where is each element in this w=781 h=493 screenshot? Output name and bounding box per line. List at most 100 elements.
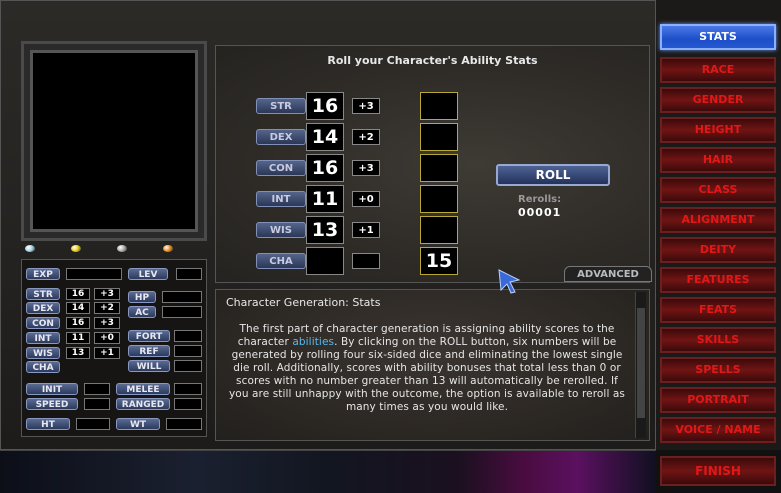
hp-value xyxy=(162,291,202,303)
help-title: Character Generation: Stats xyxy=(226,296,381,309)
ability-label-int[interactable]: INT xyxy=(256,191,306,207)
nav-height[interactable]: HEIGHT xyxy=(660,117,776,143)
nav-skills[interactable]: SKILLS xyxy=(660,327,776,353)
wis-mod: +1 xyxy=(94,347,120,359)
ability-slot-con[interactable] xyxy=(420,154,458,182)
orange-gem-icon xyxy=(163,245,173,252)
int-button[interactable]: INT xyxy=(26,332,60,344)
gem-row xyxy=(23,245,209,255)
ability-mod-str: +3 xyxy=(352,98,380,114)
rerolls-label: Rerolls: xyxy=(518,194,562,205)
ht-value xyxy=(76,418,110,430)
ability-mod-cha xyxy=(352,253,380,269)
roll-button[interactable]: ROLL xyxy=(496,164,610,186)
ability-mod-dex: +2 xyxy=(352,129,380,145)
nav-class[interactable]: CLASS xyxy=(660,177,776,203)
nav-deity[interactable]: DEITY xyxy=(660,237,776,263)
rerolls-count: 00001 xyxy=(518,206,562,219)
character-stat-summary: EXP LEV STR 16 +3 DEX 14 +2 CON 16 +3 IN… xyxy=(21,259,207,437)
ability-label-dex[interactable]: DEX xyxy=(256,129,306,145)
str-mod: +3 xyxy=(94,288,120,300)
speed-value xyxy=(84,398,110,410)
nav-features[interactable]: FEATURES xyxy=(660,267,776,293)
nav-portrait[interactable]: PORTRAIT xyxy=(660,387,776,413)
ability-label-str[interactable]: STR xyxy=(256,98,306,114)
mouse-cursor-icon xyxy=(498,269,521,294)
wt-button[interactable]: WT xyxy=(116,418,160,430)
con-button[interactable]: CON xyxy=(26,317,60,329)
ability-score-int[interactable]: 11 xyxy=(306,185,344,213)
melee-button[interactable]: MELEE xyxy=(116,383,170,395)
init-button[interactable]: INIT xyxy=(26,383,78,395)
ability-mod-wis: +1 xyxy=(352,222,380,238)
str-button[interactable]: STR xyxy=(26,288,60,300)
nav-hair[interactable]: HAIR xyxy=(660,147,776,173)
str-score: 16 xyxy=(66,288,90,300)
nav-alignment[interactable]: ALIGNMENT xyxy=(660,207,776,233)
ref-button[interactable]: REF xyxy=(128,345,170,357)
ability-score-dex[interactable]: 14 xyxy=(306,123,344,151)
fort-button[interactable]: FORT xyxy=(128,330,170,342)
help-scrollbar[interactable] xyxy=(635,292,646,438)
gray-gem-icon xyxy=(117,245,127,252)
ability-mod-con: +3 xyxy=(352,160,380,176)
dex-score: 14 xyxy=(66,302,90,314)
advanced-tab[interactable]: ADVANCED xyxy=(564,266,652,282)
roll-stats-panel: Roll your Character's Ability Stats STR … xyxy=(215,45,652,283)
roll-panel-title: Roll your Character's Ability Stats xyxy=(327,54,538,67)
ranged-button[interactable]: RANGED xyxy=(116,398,170,410)
ref-value xyxy=(174,345,202,357)
ability-slot-dex[interactable] xyxy=(420,123,458,151)
wis-score: 13 xyxy=(66,347,90,359)
ability-label-con[interactable]: CON xyxy=(256,160,306,176)
abilities-link[interactable]: abilities xyxy=(292,336,334,348)
speed-button[interactable]: SPEED xyxy=(26,398,78,410)
lev-button[interactable]: LEV xyxy=(128,268,168,280)
character-portrait xyxy=(21,41,207,241)
ability-score-str[interactable]: 16 xyxy=(306,92,344,120)
ability-slot-int[interactable] xyxy=(420,185,458,213)
nav-voice-name[interactable]: VOICE / NAME xyxy=(660,417,776,443)
con-score: 16 xyxy=(66,317,90,329)
ability-slot-str[interactable] xyxy=(420,92,458,120)
init-value xyxy=(84,383,110,395)
ht-button[interactable]: HT xyxy=(26,418,70,430)
finish-button[interactable]: FINISH xyxy=(660,456,776,486)
hp-button[interactable]: HP xyxy=(128,291,156,303)
nav-spells[interactable]: SPELLS xyxy=(660,357,776,383)
nav-gender[interactable]: GENDER xyxy=(660,87,776,113)
lev-value xyxy=(176,268,202,280)
creation-step-sidebar: STATS RACE GENDER HEIGHT HAIR CLASS ALIG… xyxy=(656,0,781,450)
will-button[interactable]: WILL xyxy=(128,360,170,372)
exp-button[interactable]: EXP xyxy=(26,268,60,280)
fort-value xyxy=(174,330,202,342)
dex-mod: +2 xyxy=(94,302,120,314)
ability-score-wis[interactable]: 13 xyxy=(306,216,344,244)
help-scroll-thumb[interactable] xyxy=(637,308,645,418)
wt-value xyxy=(166,418,202,430)
nav-race[interactable]: RACE xyxy=(660,57,776,83)
ability-slot-cha[interactable]: 15 xyxy=(420,247,458,275)
int-score: 11 xyxy=(66,332,90,344)
ability-label-wis[interactable]: WIS xyxy=(256,222,306,238)
ability-label-cha[interactable]: CHA xyxy=(256,253,306,269)
world-backdrop xyxy=(0,450,656,493)
will-value xyxy=(174,360,202,372)
ac-button[interactable]: AC xyxy=(128,306,156,318)
nav-feats[interactable]: FEATS xyxy=(660,297,776,323)
ability-mod-int: +0 xyxy=(352,191,380,207)
cha-button[interactable]: CHA xyxy=(26,361,60,373)
ranged-value xyxy=(174,398,202,410)
ability-slot-wis[interactable] xyxy=(420,216,458,244)
melee-value xyxy=(174,383,202,395)
exp-value xyxy=(66,268,122,280)
help-text: The first part of character generation i… xyxy=(226,323,628,414)
ability-score-con[interactable]: 16 xyxy=(306,154,344,182)
wis-button[interactable]: WIS xyxy=(26,347,60,359)
white-gem-icon xyxy=(25,245,35,252)
ability-score-cha[interactable] xyxy=(306,247,344,275)
nav-stats[interactable]: STATS xyxy=(660,24,776,50)
main-frame: EXP LEV STR 16 +3 DEX 14 +2 CON 16 +3 IN… xyxy=(0,0,656,450)
help-panel: Character Generation: Stats The first pa… xyxy=(215,289,650,441)
dex-button[interactable]: DEX xyxy=(26,302,60,314)
